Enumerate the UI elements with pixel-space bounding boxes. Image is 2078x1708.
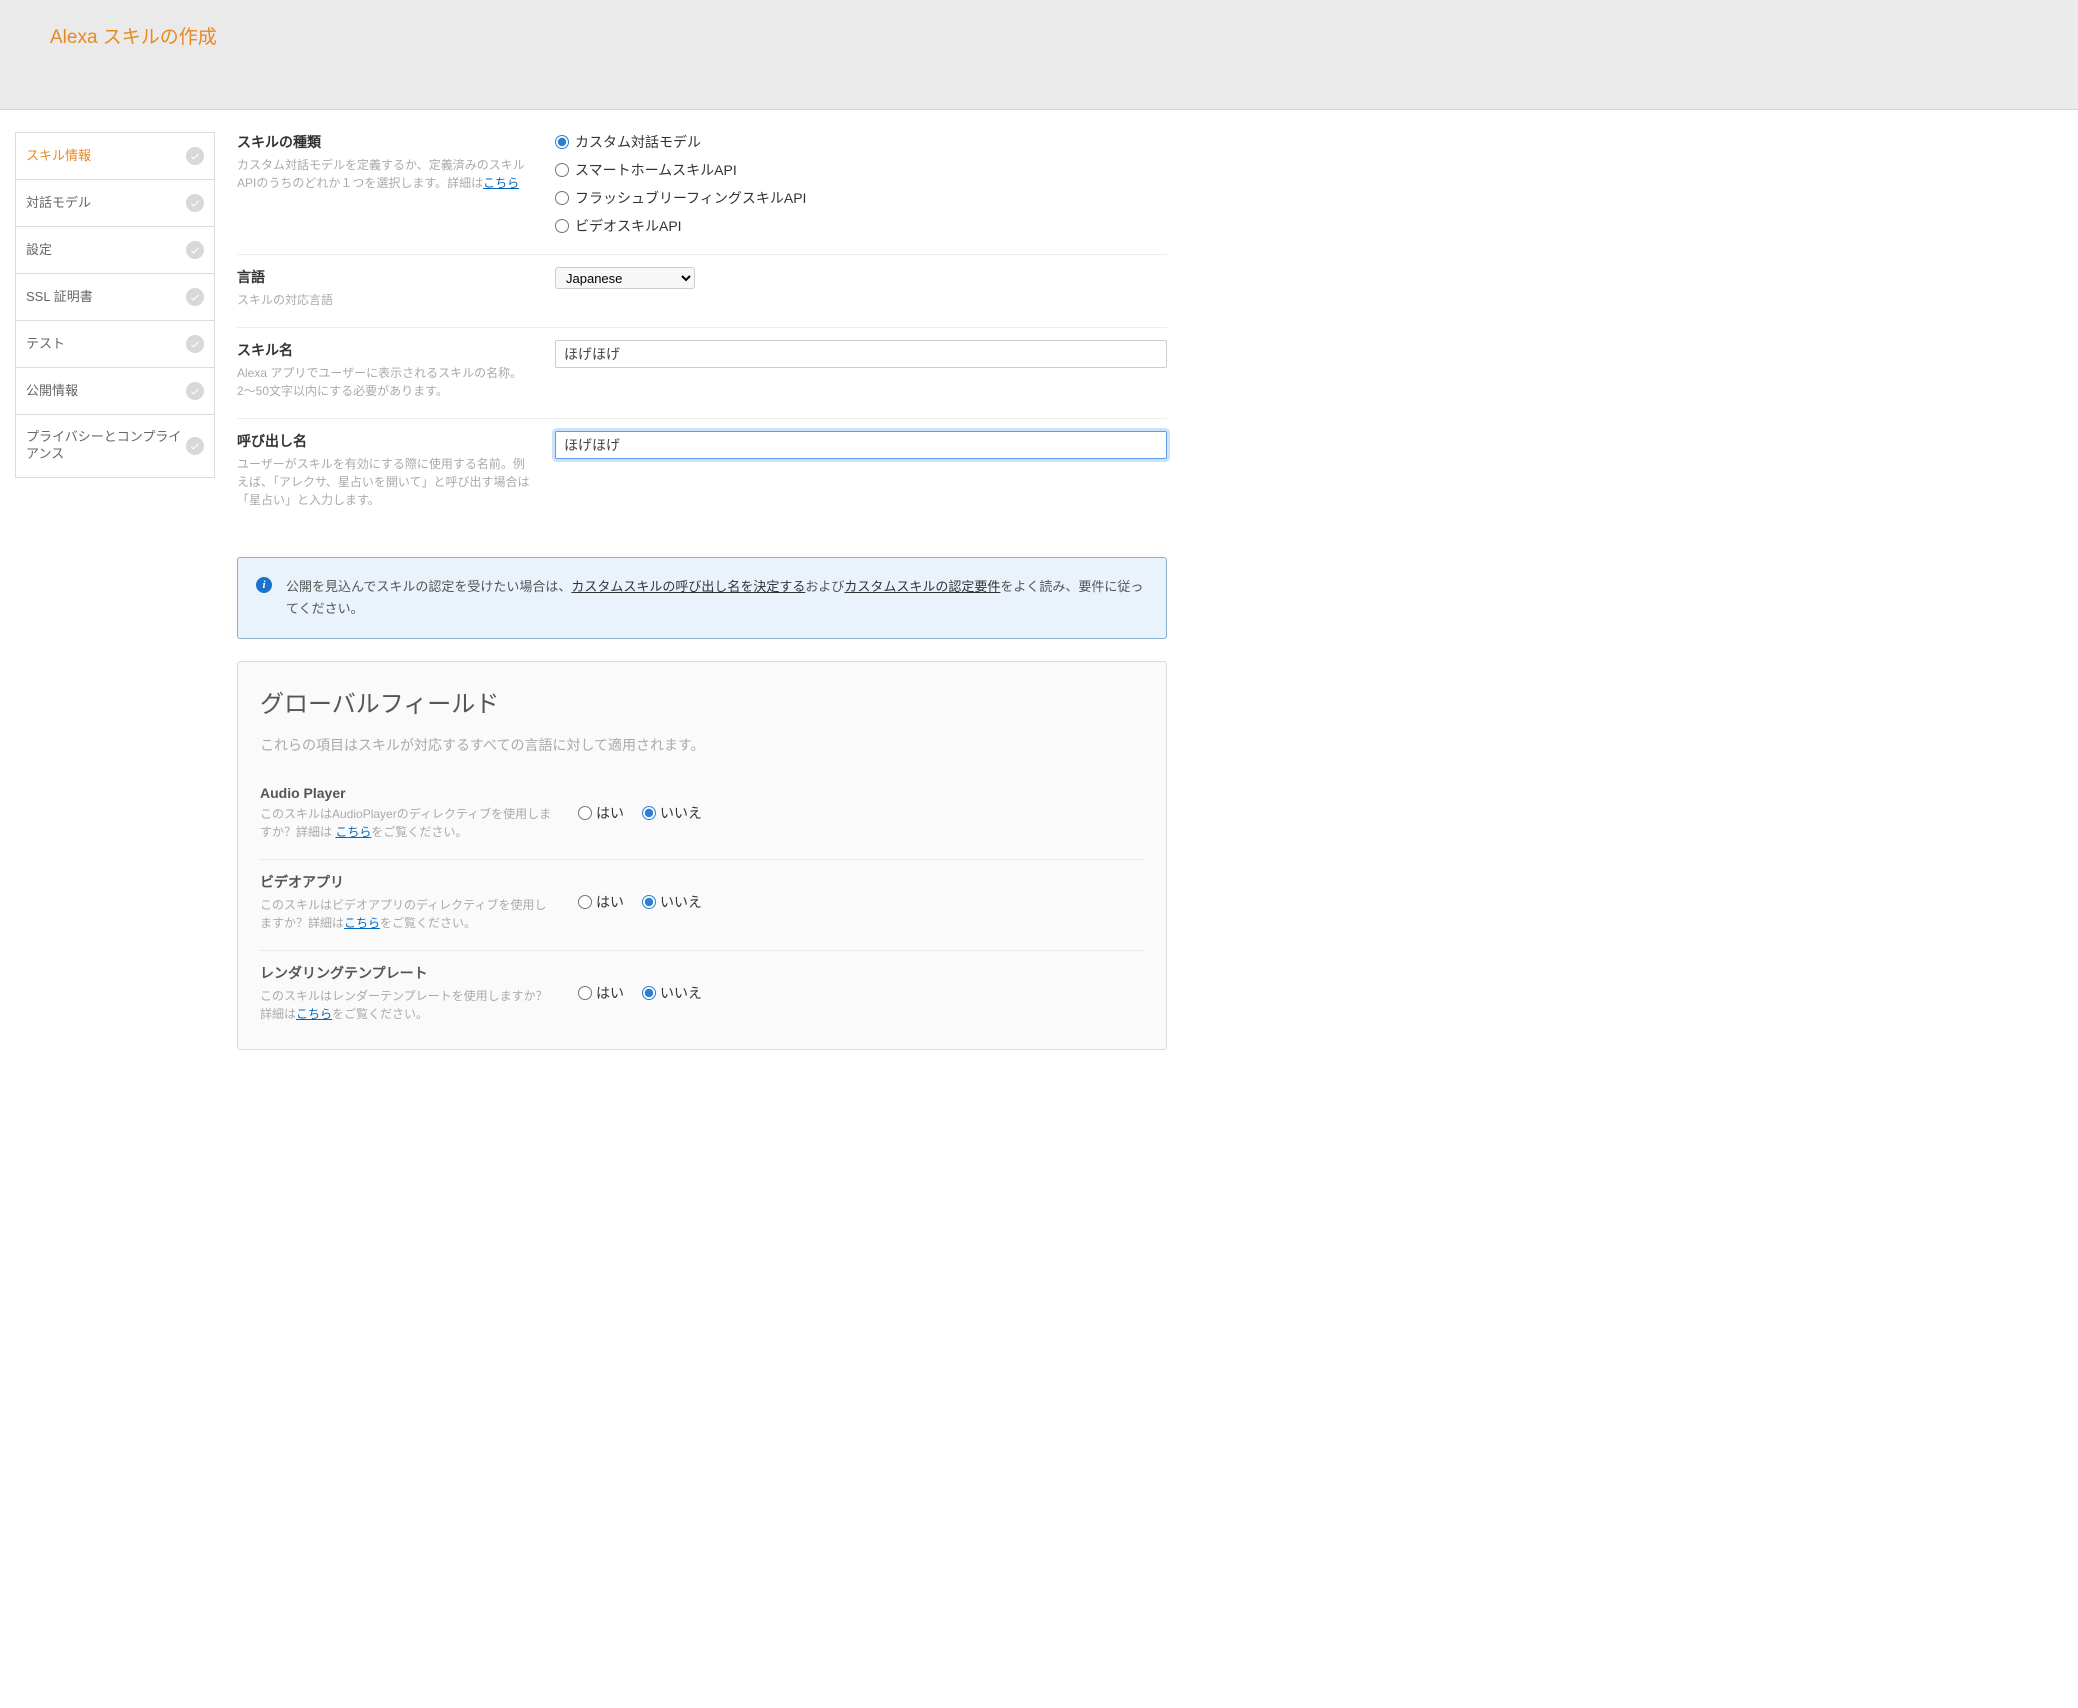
skill-name-input[interactable]	[555, 340, 1167, 368]
sidebar-item-settings[interactable]: 設定	[15, 226, 215, 273]
sidebar-item-label: テスト	[26, 336, 65, 353]
radio-smart-home[interactable]: スマートホームスキルAPI	[555, 160, 1167, 180]
field-title: スキル名	[237, 340, 535, 360]
field-invocation-name: 呼び出し名 ユーザーがスキルを有効にする際に使用する名前。例えば、「アレクサ、星…	[237, 419, 1167, 527]
sidebar-item-label: スキル情報	[26, 148, 91, 165]
sidebar-item-privacy[interactable]: プライバシーとコンプライアンス	[15, 414, 215, 478]
radio-input[interactable]	[642, 806, 656, 820]
radio-input[interactable]	[555, 191, 569, 205]
field-desc: スキルの対応言語	[237, 291, 535, 309]
field-title: Audio Player	[260, 785, 558, 801]
sidebar-item-label: 対話モデル	[26, 195, 91, 212]
field-title: スキルの種類	[237, 132, 535, 152]
sidebar-item-ssl[interactable]: SSL 証明書	[15, 273, 215, 320]
info-icon: i	[256, 577, 272, 593]
check-icon	[186, 335, 204, 353]
radio-no[interactable]: いいえ	[642, 983, 702, 1003]
field-desc: カスタム対話モデルを定義するか、定義済みのスキルAPIのうちのどれか１つを選択し…	[237, 156, 535, 192]
radio-input[interactable]	[642, 986, 656, 1000]
sidebar-item-interaction-model[interactable]: 対話モデル	[15, 179, 215, 226]
sidebar: スキル情報 対話モデル 設定 SSL 証明書 テスト 公開情報 プライバシーとコ…	[15, 132, 215, 1050]
global-title: グローバルフィールド	[260, 684, 1144, 719]
field-desc: このスキルはAudioPlayerのディレクティブを使用しますか？詳細は こちら…	[260, 805, 558, 841]
field-render-template: レンダリングテンプレート このスキルはレンダーテンプレートを使用しますか？詳細は…	[260, 951, 1144, 1041]
check-icon	[186, 241, 204, 259]
global-fields-panel: グローバルフィールド これらの項目はスキルが対応するすべての言語に対して適用され…	[237, 661, 1167, 1050]
sidebar-item-label: 設定	[26, 242, 52, 259]
detail-link[interactable]: こちら	[296, 1007, 332, 1021]
check-icon	[186, 288, 204, 306]
field-title: 呼び出し名	[237, 431, 535, 451]
field-audio-player: Audio Player このスキルはAudioPlayerのディレクティブを使…	[260, 773, 1144, 860]
check-icon	[186, 382, 204, 400]
invocation-doc-link[interactable]: カスタムスキルの呼び出し名を決定する	[571, 579, 805, 594]
radio-input[interactable]	[578, 806, 592, 820]
info-callout: i 公開を見込んでスキルの認定を受けたい場合は、カスタムスキルの呼び出し名を決定…	[237, 557, 1167, 639]
radio-yes[interactable]: はい	[578, 892, 624, 912]
sidebar-item-skill-info[interactable]: スキル情報	[15, 132, 215, 179]
radio-input[interactable]	[642, 895, 656, 909]
field-skill-type: スキルの種類 カスタム対話モデルを定義するか、定義済みのスキルAPIのうちのどれ…	[237, 132, 1167, 255]
radio-input[interactable]	[578, 986, 592, 1000]
detail-link[interactable]: こちら	[335, 825, 371, 839]
main-layout: スキル情報 対話モデル 設定 SSL 証明書 テスト 公開情報 プライバシーとコ…	[0, 110, 2078, 1090]
invocation-name-input[interactable]	[555, 431, 1167, 459]
page-title: Alexa スキルの作成	[50, 22, 2078, 49]
radio-flash-briefing[interactable]: フラッシュブリーフィングスキルAPI	[555, 188, 1167, 208]
radio-no[interactable]: いいえ	[642, 803, 702, 823]
sidebar-item-label: SSL 証明書	[26, 289, 93, 306]
sidebar-item-publish[interactable]: 公開情報	[15, 367, 215, 414]
radio-input[interactable]	[555, 163, 569, 177]
detail-link[interactable]: こちら	[483, 176, 519, 190]
radio-no[interactable]: いいえ	[642, 892, 702, 912]
radio-input[interactable]	[555, 135, 569, 149]
field-skill-name: スキル名 Alexa アプリでユーザーに表示されるスキルの名称。2〜50文字以内…	[237, 328, 1167, 419]
content-area: スキルの種類 カスタム対話モデルを定義するか、定義済みのスキルAPIのうちのどれ…	[237, 132, 1167, 1050]
sidebar-item-label: プライバシーとコンプライアンス	[26, 429, 186, 463]
field-desc: このスキルはビデオアプリのディレクティブを使用しますか？詳細はこちらをご覧くださ…	[260, 896, 558, 932]
page-header: Alexa スキルの作成	[0, 0, 2078, 110]
field-title: 言語	[237, 267, 535, 287]
sidebar-item-label: 公開情報	[26, 383, 78, 400]
radio-yes[interactable]: はい	[578, 803, 624, 823]
check-icon	[186, 147, 204, 165]
radio-input[interactable]	[555, 219, 569, 233]
cert-doc-link[interactable]: カスタムスキルの認定要件	[844, 579, 1000, 594]
field-video-app: ビデオアプリ このスキルはビデオアプリのディレクティブを使用しますか？詳細はこち…	[260, 860, 1144, 951]
sidebar-item-test[interactable]: テスト	[15, 320, 215, 367]
detail-link[interactable]: こちら	[344, 916, 380, 930]
check-icon	[186, 194, 204, 212]
field-title: レンダリングテンプレート	[260, 963, 558, 983]
field-desc: Alexa アプリでユーザーに表示されるスキルの名称。2〜50文字以内にする必要…	[237, 364, 535, 400]
radio-yes[interactable]: はい	[578, 983, 624, 1003]
check-icon	[186, 437, 204, 455]
field-language: 言語 スキルの対応言語 Japanese	[237, 255, 1167, 328]
field-desc: このスキルはレンダーテンプレートを使用しますか？詳細はこちらをご覧ください。	[260, 987, 558, 1023]
global-subtitle: これらの項目はスキルが対応するすべての言語に対して適用されます。	[260, 735, 1144, 755]
radio-input[interactable]	[578, 895, 592, 909]
field-title: ビデオアプリ	[260, 872, 558, 892]
language-select[interactable]: Japanese	[555, 267, 695, 289]
radio-custom-model[interactable]: カスタム対話モデル	[555, 132, 1167, 152]
field-desc: ユーザーがスキルを有効にする際に使用する名前。例えば、「アレクサ、星占いを開いて…	[237, 455, 535, 509]
radio-video-skill[interactable]: ビデオスキルAPI	[555, 216, 1167, 236]
